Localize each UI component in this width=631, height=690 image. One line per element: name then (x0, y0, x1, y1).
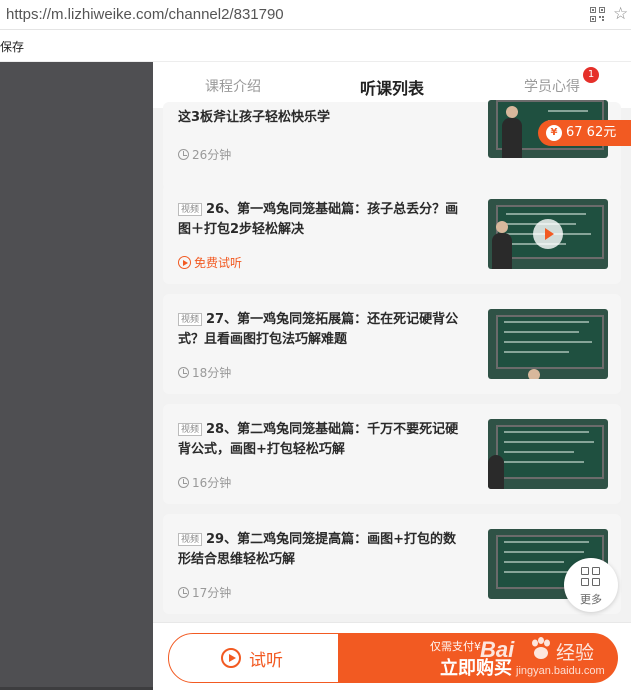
tab-course-intro[interactable]: 课程介绍 (205, 76, 261, 96)
lesson-thumbnail[interactable] (488, 309, 608, 379)
coin-reward-tag[interactable]: ¥ 67 62元 (538, 120, 631, 146)
tab-student-notes[interactable]: 学员心得 (524, 76, 580, 96)
lesson-title: 视频 28、第二鸡兔同笼基础篇：千万不要死记硬背公式，画图+打包轻松巧解 (178, 422, 459, 457)
page-background-left (0, 62, 153, 690)
lesson-card[interactable]: 视频 29、第二鸡兔同笼提高篇：画图+打包的数形结合思维轻松巧解 17分钟 (163, 514, 621, 614)
bookmark-item-save[interactable]: 保存 (0, 38, 24, 55)
buy-now-label: 立即购买 (440, 658, 512, 679)
lesson-card[interactable]: 视频 28、第二鸡兔同笼基础篇：千万不要死记硬背公式，画图+打包轻松巧解 16分钟 (163, 404, 621, 504)
lesson-duration: 26分钟 (178, 146, 231, 163)
bookmark-star-icon[interactable]: ☆ (613, 4, 628, 24)
lesson-thumbnail[interactable] (488, 199, 608, 269)
more-button[interactable]: 更多 (564, 558, 618, 612)
clock-icon (178, 587, 189, 598)
lesson-title: 视频 27、第一鸡兔同笼拓展篇：还在死记硬背公式？且看画图打包法巧解难题 (178, 312, 459, 347)
qr-code-icon[interactable] (590, 7, 605, 22)
tab-lesson-list[interactable]: 听课列表 (360, 75, 424, 99)
lesson-duration: 17分钟 (178, 584, 231, 601)
grid-icon (581, 567, 601, 587)
lesson-card[interactable]: 这3板斧让孩子轻松快乐学 26分钟 (163, 100, 621, 190)
video-tag: 视频 (178, 423, 203, 436)
price-hint: 仅需支付¥ (430, 640, 481, 653)
mobile-page: 课程介绍 听课列表 学员心得 1 这3板斧让孩子轻松快乐学 26分钟 视频 26、… (153, 62, 631, 690)
lesson-thumbnail[interactable] (488, 419, 608, 489)
video-tag: 视频 (178, 203, 203, 216)
play-circle-icon (178, 256, 191, 269)
lesson-title: 视频 26、第一鸡兔同笼基础篇：孩子总丢分？画图＋打包2步轻松解决 (178, 202, 459, 237)
lesson-duration: 16分钟 (178, 474, 231, 491)
clock-icon (178, 367, 189, 378)
clock-icon (178, 149, 189, 160)
coin-icon: ¥ (546, 125, 562, 141)
lesson-card[interactable]: 视频 27、第一鸡兔同笼拓展篇：还在死记硬背公式？且看画图打包法巧解难题 18分钟 (163, 294, 621, 394)
lesson-title: 这3板斧让孩子轻松快乐学 (178, 110, 331, 125)
address-bar[interactable]: https://m.lizhiweike.com/channel2/831790… (0, 0, 631, 30)
buy-now-button[interactable]: 仅需支付¥ 立即购买 (338, 633, 618, 683)
bookmarks-bar: 保存 (0, 30, 631, 62)
lesson-duration: 18分钟 (178, 364, 231, 381)
free-trial-label[interactable]: 免费试听 (178, 254, 242, 271)
url-text[interactable]: https://m.lizhiweike.com/channel2/831790 (6, 6, 284, 23)
video-tag: 视频 (178, 533, 203, 546)
bottom-action-bar: 试听 仅需支付¥ 立即购买 (153, 622, 631, 690)
play-circle-icon (221, 648, 241, 668)
play-icon[interactable] (533, 219, 563, 249)
more-label: 更多 (580, 593, 602, 606)
trial-listen-button[interactable]: 试听 (168, 633, 340, 683)
notification-badge: 1 (583, 67, 599, 83)
clock-icon (178, 477, 189, 488)
video-tag: 视频 (178, 313, 203, 326)
lesson-title: 视频 29、第二鸡兔同笼提高篇：画图+打包的数形结合思维轻松巧解 (178, 532, 456, 567)
lesson-card[interactable]: 视频 26、第一鸡兔同笼基础篇：孩子总丢分？画图＋打包2步轻松解决 免费试听 (163, 184, 621, 284)
